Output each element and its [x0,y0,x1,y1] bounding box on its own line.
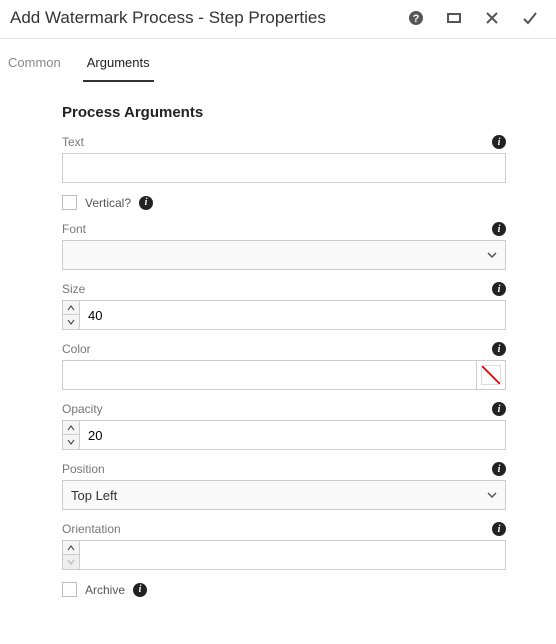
position-label: Position [62,462,105,476]
text-input[interactable] [62,153,506,183]
fullscreen-icon[interactable] [446,10,462,26]
info-icon[interactable]: i [492,135,506,149]
color-picker-button[interactable] [477,361,505,389]
font-label: Font [62,222,86,236]
size-label: Size [62,282,85,296]
size-input[interactable] [80,300,506,330]
vertical-checkbox[interactable] [62,195,77,210]
field-text: Text i [62,135,506,183]
field-font: Font i [62,222,506,270]
form-content: Process Arguments Text i Vertical? i Fon… [0,82,556,597]
field-color: Color i [62,342,506,390]
opacity-label: Opacity [62,402,103,416]
archive-checkbox[interactable] [62,582,77,597]
opacity-input[interactable] [80,420,506,450]
size-step-down[interactable] [62,315,80,330]
text-label: Text [62,135,84,149]
info-icon[interactable]: i [492,522,506,536]
close-icon[interactable] [484,10,500,26]
info-icon[interactable]: i [492,462,506,476]
orientation-label: Orientation [62,522,121,536]
field-position: Position i Top Left [62,462,506,510]
info-icon[interactable]: i [133,583,147,597]
info-icon[interactable]: i [492,402,506,416]
orientation-step-down [62,555,80,570]
chevron-down-icon [487,250,497,260]
info-icon[interactable]: i [139,196,153,210]
info-icon[interactable]: i [492,282,506,296]
orientation-step-up[interactable] [62,540,80,555]
field-orientation: Orientation i [62,522,506,570]
position-value: Top Left [71,488,117,503]
tab-arguments[interactable]: Arguments [83,49,154,82]
dialog-title: Add Watermark Process - Step Properties [10,8,408,28]
no-color-icon [481,365,501,385]
position-select[interactable]: Top Left [62,480,506,510]
vertical-label: Vertical? [85,196,131,210]
archive-label: Archive [85,583,125,597]
field-opacity: Opacity i [62,402,506,450]
orientation-input[interactable] [80,540,506,570]
field-archive: Archive i [62,582,506,597]
opacity-step-down[interactable] [62,435,80,450]
help-icon[interactable]: ? [408,10,424,26]
field-vertical: Vertical? i [62,195,506,210]
color-input[interactable] [63,361,477,389]
svg-text:?: ? [413,13,420,25]
field-size: Size i [62,282,506,330]
dialog-header: Add Watermark Process - Step Properties … [0,0,556,39]
font-select[interactable] [62,240,506,270]
header-actions: ? [408,10,544,26]
info-icon[interactable]: i [492,342,506,356]
confirm-icon[interactable] [522,10,538,26]
chevron-down-icon [487,490,497,500]
info-icon[interactable]: i [492,222,506,236]
tab-bar: Common Arguments [0,39,556,82]
opacity-step-up[interactable] [62,420,80,435]
color-label: Color [62,342,91,356]
section-title: Process Arguments [62,104,506,121]
size-step-up[interactable] [62,300,80,315]
color-input-wrap [62,360,506,390]
tab-common[interactable]: Common [4,49,65,82]
